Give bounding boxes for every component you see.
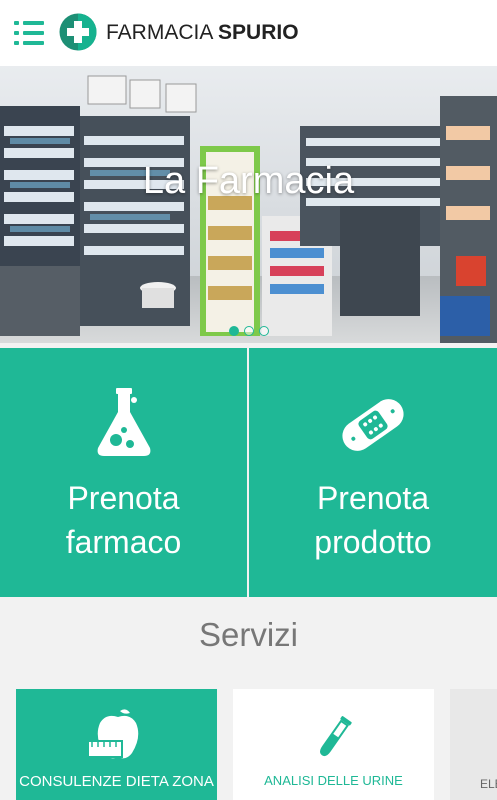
brand-name-light: FARMACIA (106, 21, 213, 44)
service-card-analisi-urine[interactable]: ANALISI DELLE URINE (233, 689, 434, 800)
prenota-prodotto-button[interactable]: Prenota prodotto (249, 348, 497, 597)
app-header: FARMACIA SPURIO (0, 0, 497, 66)
brand-name: FARMACIA SPURIO (106, 21, 299, 45)
hero-carousel[interactable]: La Farmacia (0, 66, 497, 343)
hero-title: La Farmacia (142, 160, 355, 202)
menu-icon[interactable] (14, 21, 44, 45)
carousel-dot[interactable] (228, 326, 239, 336)
service-card-partial[interactable]: ELE (450, 689, 497, 800)
services-heading: Servizi (198, 616, 299, 653)
apple-tape-icon (86, 709, 138, 759)
pharmacy-interior-image (0, 66, 497, 343)
tile-label-line2: prodotto (314, 524, 432, 560)
service-card-label: CONSULENZE DIETA ZONA (19, 773, 214, 790)
carousel-dot[interactable] (243, 326, 254, 336)
tile-label-line1: Prenota (67, 480, 180, 516)
carousel-pager[interactable] (0, 326, 497, 336)
prenota-farmaco-button[interactable]: Prenota farmaco (0, 348, 247, 597)
service-card-label: ELE (480, 777, 497, 791)
carousel-dot[interactable] (258, 326, 269, 336)
flask-icon (97, 388, 150, 456)
bandage-icon (342, 399, 404, 451)
tile-label-line2: farmaco (65, 524, 182, 560)
tile-label-line1: Prenota (316, 480, 430, 516)
service-card-label: ANALISI DELLE URINE (264, 773, 403, 788)
service-card-dieta-zona[interactable]: CONSULENZE DIETA ZONA (16, 689, 217, 800)
brand-name-bold: SPURIO (218, 21, 299, 44)
pharmacy-cross-logo-icon[interactable] (59, 13, 97, 51)
test-tube-icon (319, 716, 352, 757)
